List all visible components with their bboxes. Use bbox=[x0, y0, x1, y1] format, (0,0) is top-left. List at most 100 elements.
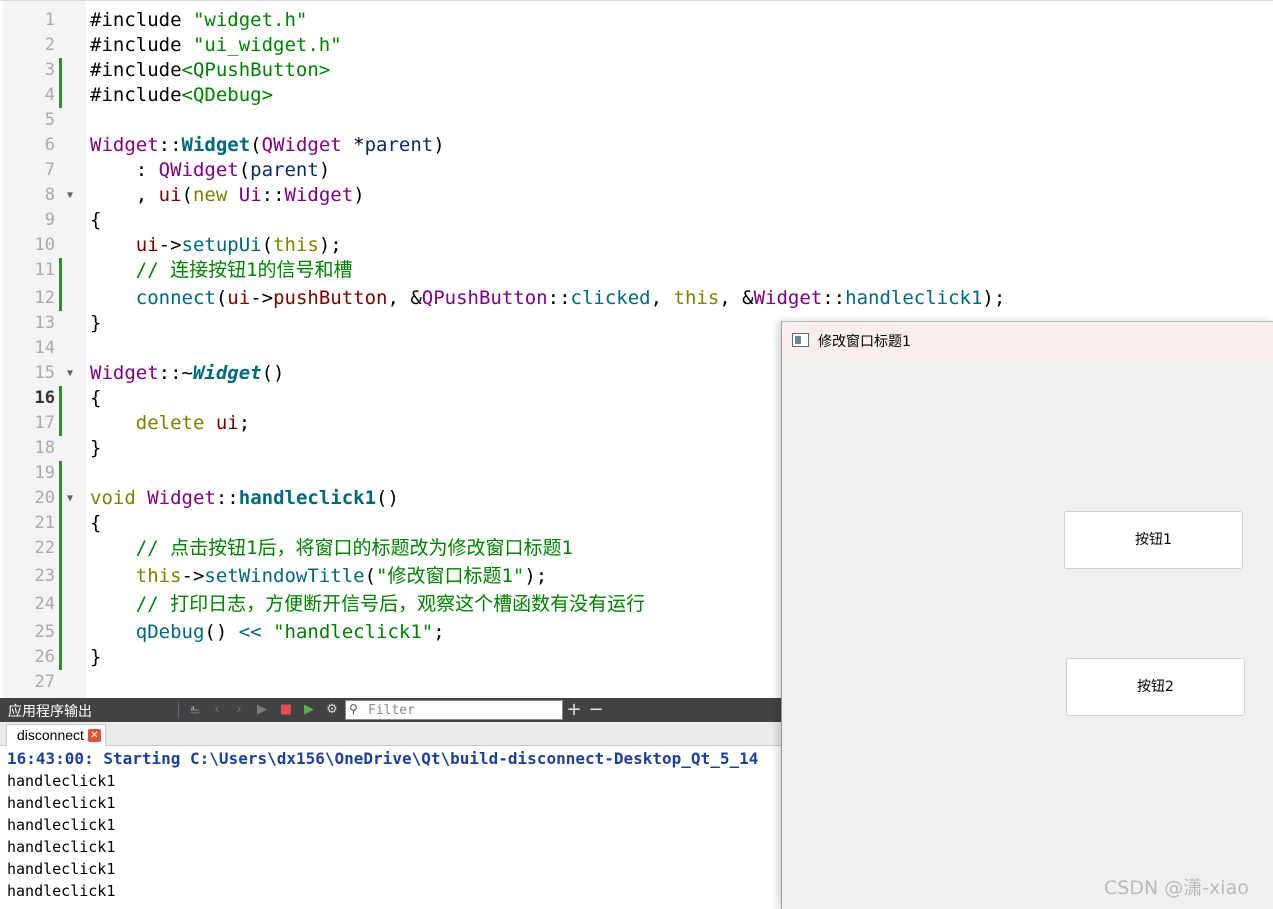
fold-toggle-icon[interactable]: ▼ bbox=[67, 183, 79, 208]
code-token: // 打印日志，方便断开信号后，观察这个槽函数有没有运行 bbox=[135, 593, 646, 615]
line-number: 10 bbox=[34, 235, 55, 255]
stop-icon[interactable]: ■ bbox=[277, 700, 295, 720]
code-token: // 点击按钮1后，将窗口的标题改为修改窗口标题1 bbox=[135, 537, 573, 559]
next-icon[interactable]: › bbox=[230, 700, 248, 720]
code-token: Widget bbox=[284, 184, 354, 206]
code-line: , ui(new Ui::Widget) bbox=[90, 183, 365, 208]
code-token: , bbox=[650, 287, 674, 309]
line-number: 6 bbox=[44, 135, 55, 155]
button-2[interactable]: 按钮2 bbox=[1066, 658, 1245, 716]
code-token: ui bbox=[135, 234, 159, 256]
filter-input[interactable] bbox=[368, 702, 558, 718]
line-number: 24 bbox=[34, 594, 55, 614]
code-token: :: bbox=[215, 487, 239, 509]
line-number: 17 bbox=[34, 413, 55, 433]
line-number: 5 bbox=[44, 110, 55, 130]
code-token: , & bbox=[719, 287, 754, 309]
code-line: #include<QDebug> bbox=[90, 83, 273, 108]
code-token: Widget bbox=[90, 362, 159, 384]
code-token: ) bbox=[433, 134, 445, 156]
code-token: ) bbox=[318, 159, 331, 181]
line-number: 16 bbox=[34, 388, 55, 408]
application-output-text[interactable]: 16:43:00: Starting C:\Users\dx156\OneDri… bbox=[0, 747, 785, 909]
code-token: pushButton bbox=[273, 287, 388, 309]
code-token: <QDebug> bbox=[181, 84, 274, 106]
code-token: #include bbox=[90, 34, 193, 56]
code-token: , & bbox=[387, 287, 422, 309]
code-token: Widget bbox=[753, 287, 823, 309]
code-line: // 打印日志，方便断开信号后，观察这个槽函数有没有运行 bbox=[90, 592, 645, 617]
code-token: new bbox=[192, 184, 228, 206]
code-token: ::~ bbox=[158, 362, 193, 384]
fold-toggle-icon[interactable]: ▼ bbox=[67, 486, 79, 511]
attach-debugger-icon[interactable]: ⎁ bbox=[186, 700, 204, 720]
code-line: Widget::Widget(QWidget *parent) bbox=[90, 133, 445, 158]
app-window-titlebar[interactable]: 修改窗口标题1 bbox=[782, 322, 1273, 358]
process-start-message: 16:43:00: Starting C:\Users\dx156\OneDri… bbox=[7, 749, 759, 768]
code-token: :: bbox=[547, 287, 571, 309]
close-icon[interactable]: ✕ bbox=[87, 729, 101, 742]
code-token: { bbox=[90, 512, 102, 534]
code-line: #include "ui_widget.h" bbox=[90, 33, 342, 58]
code-token: "handleclick1" bbox=[273, 621, 434, 643]
code-token: ( bbox=[238, 159, 251, 181]
code-token: ui bbox=[215, 412, 239, 434]
line-number: 1 bbox=[44, 10, 55, 30]
code-line: qDebug() << "handleclick1"; bbox=[90, 620, 445, 645]
code-line: // 连接按钮1的信号和槽 bbox=[90, 258, 353, 283]
code-token: : bbox=[90, 159, 159, 181]
code-token: -> bbox=[158, 234, 182, 256]
rerun-icon[interactable]: ▶ bbox=[300, 700, 318, 720]
line-number: 19 bbox=[34, 463, 55, 483]
code-token: () bbox=[204, 621, 239, 643]
code-token: ) bbox=[353, 184, 365, 206]
code-token: this bbox=[273, 234, 319, 256]
button-1[interactable]: 按钮1 bbox=[1064, 511, 1243, 569]
app-window-title: 修改窗口标题1 bbox=[818, 334, 911, 350]
line-number-gutter: 1 2 3 4 5 6 7 8 ▼ 9 10 11 12 13 14 15 ▼ 16 17 18 19 20 ▼ 21 22 23… bbox=[3, 1, 86, 698]
settings-icon[interactable]: ⚙ bbox=[323, 700, 341, 720]
line-number: 12 bbox=[34, 288, 55, 308]
tab-disconnect[interactable]: disconnect ✕ bbox=[6, 724, 106, 746]
code-line: this->setWindowTitle("修改窗口标题1"); bbox=[90, 564, 547, 589]
fold-toggle-icon[interactable]: ▼ bbox=[67, 361, 79, 386]
code-token: () bbox=[261, 362, 285, 384]
code-token: "widget.h" bbox=[192, 9, 308, 31]
code-line: void Widget::handleclick1() bbox=[90, 486, 399, 511]
code-token: #include bbox=[90, 9, 193, 31]
code-line: { bbox=[90, 511, 101, 536]
code-token: Ui bbox=[238, 184, 262, 206]
code-token: Widget bbox=[90, 134, 159, 156]
line-number: 2 bbox=[44, 35, 55, 55]
line-number: 18 bbox=[34, 438, 55, 458]
code-token: QWidget bbox=[261, 134, 342, 156]
output-tab-bar: disconnect ✕ bbox=[0, 722, 785, 746]
code-token: } bbox=[90, 312, 102, 334]
previous-icon[interactable]: ‹ bbox=[208, 700, 226, 720]
code-token: -> bbox=[250, 287, 274, 309]
app-window[interactable]: 修改窗口标题1 按钮1 按钮2 CSDN @潇-xiao bbox=[781, 321, 1273, 909]
zoom-in-button[interactable]: + bbox=[566, 699, 582, 721]
code-token: , bbox=[90, 184, 159, 206]
line-number: 7 bbox=[44, 160, 55, 180]
code-token: QWidget bbox=[158, 159, 239, 181]
filter-field[interactable]: ⚲ bbox=[345, 700, 563, 720]
line-number: 11 bbox=[34, 260, 55, 280]
zoom-out-button[interactable]: − bbox=[588, 699, 604, 721]
code-token: handleclick1 bbox=[845, 287, 983, 309]
line-number: 3 bbox=[44, 60, 55, 80]
code-token: } bbox=[90, 437, 102, 459]
code-line: } bbox=[90, 436, 101, 461]
log-line: handleclick1 bbox=[7, 816, 116, 834]
code-line: #include "widget.h" bbox=[90, 8, 307, 33]
code-line: : QWidget(parent) bbox=[90, 158, 331, 183]
code-token: #include bbox=[90, 59, 182, 81]
watermark: CSDN @潇-xiao bbox=[1104, 877, 1249, 899]
code-token: "ui_widget.h" bbox=[192, 34, 342, 56]
run-icon[interactable]: ▶ bbox=[253, 700, 271, 720]
modified-lines-marker bbox=[59, 258, 62, 311]
